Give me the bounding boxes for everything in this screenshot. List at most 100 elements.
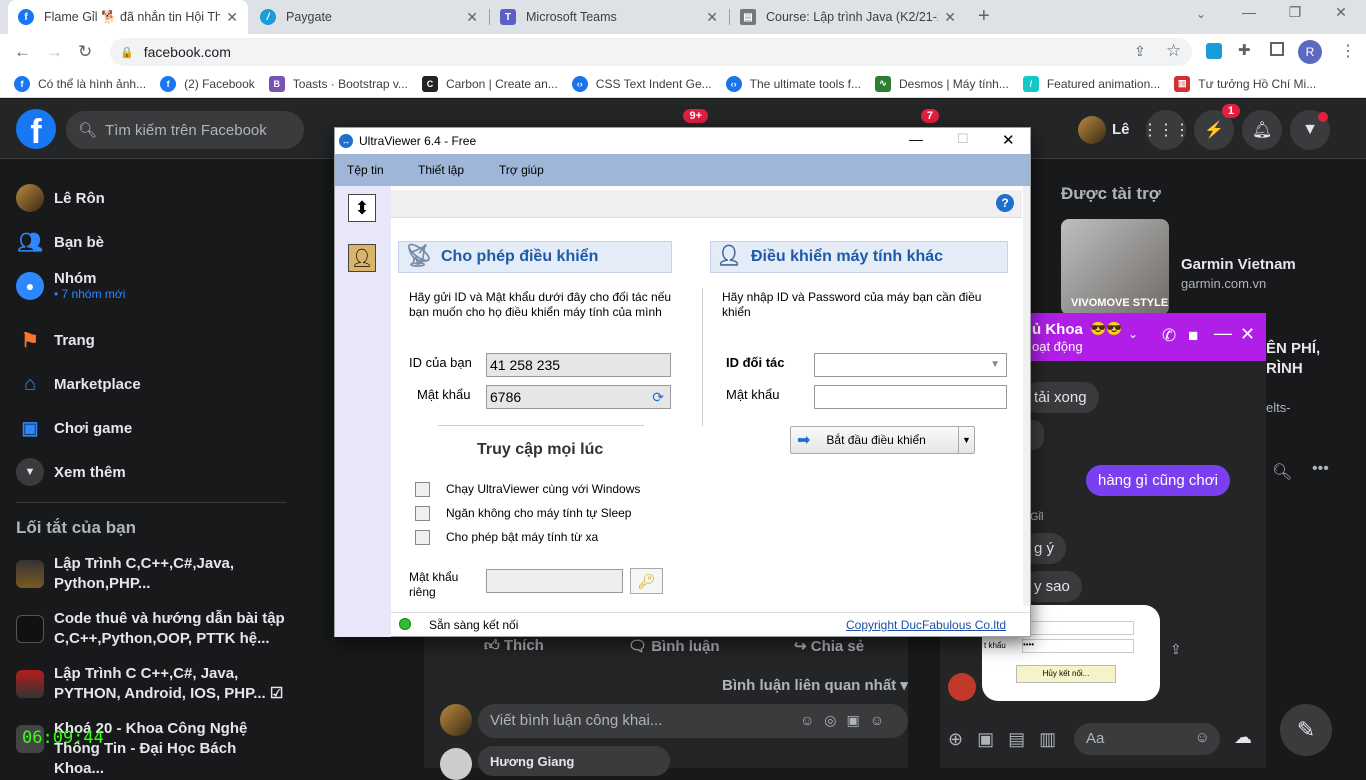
video-camera-icon[interactable]: ■	[1188, 326, 1198, 346]
close-icon[interactable]: ✕	[706, 9, 718, 26]
cloud-icon[interactable]: ☁	[1234, 727, 1252, 748]
comment-author[interactable]: Hương Giang	[478, 746, 670, 776]
bookmark-star-icon[interactable]: ☆	[1166, 41, 1181, 61]
new-tab-button[interactable]: +	[978, 5, 990, 28]
menu-settings[interactable]: Thiết lập	[418, 163, 464, 177]
share-icon[interactable]: ⇪	[1134, 43, 1146, 60]
shortcut-item[interactable]: Code thuê và hướng dẫn bài tập C,C++,Pyt…	[16, 609, 286, 649]
notifications-bell-icon[interactable]: 🔔︎	[1242, 110, 1282, 150]
facebook-search-input[interactable]: 🔍︎ Tìm kiếm trên Facebook	[66, 111, 304, 149]
menu-help[interactable]: Trợ giúp	[499, 163, 544, 177]
ad-title[interactable]: Garmin Vietnam	[1181, 256, 1296, 273]
address-bar[interactable]: 🔒 facebook.com	[110, 38, 1192, 66]
minimize-window-button[interactable]: —	[1226, 4, 1272, 20]
run-with-windows-checkbox[interactable]	[415, 482, 430, 497]
sidebar-item-friends[interactable]: 👥︎ Bạn bè	[16, 228, 104, 256]
contacts-more-icon[interactable]: •••	[1312, 460, 1329, 478]
chrome-menu-icon[interactable]: ⋮	[1340, 41, 1356, 61]
contacts-search-icon[interactable]: 🔍︎	[1272, 462, 1292, 482]
comment-tools-icon[interactable]: ☺◎▣☺	[800, 712, 894, 729]
bookmark-item[interactable]: ‹› CSS Text Indent Ge...	[571, 75, 712, 92]
close-icon[interactable]: ✕	[466, 9, 478, 26]
bookmark-item[interactable]: f (2) Facebook	[160, 75, 255, 92]
sidebar-item-see-more[interactable]: ▼ Xem thêm	[16, 458, 126, 486]
private-password-field[interactable]	[486, 569, 623, 593]
reload-icon[interactable]: ↻	[78, 42, 92, 62]
profile-avatar[interactable]: R	[1298, 40, 1322, 64]
account-chevron-icon[interactable]: ▼	[1290, 110, 1330, 150]
tab-teams[interactable]: T Microsoft Teams ✕	[490, 0, 728, 34]
phone-icon[interactable]: ✆	[1162, 326, 1176, 346]
chat-header[interactable]: ủ Khoa 😎😎 oạt động ⌄ ✆ ■ — ✕	[1000, 313, 1266, 361]
password-field[interactable]: 6786 ⟳	[486, 385, 671, 409]
minimize-chat-icon[interactable]: —	[1214, 323, 1232, 344]
sidebar-item-pages[interactable]: ⚑ Trang	[16, 326, 95, 354]
profile-name[interactable]: Lê	[1112, 121, 1130, 138]
remote-control-tab-icon[interactable]: ⬍	[348, 194, 376, 222]
comment-button[interactable]: 🗨︎ Bình luận	[628, 637, 720, 655]
like-button[interactable]: 👍︎ Thích	[484, 637, 544, 655]
share-icon[interactable]: ⇪	[1170, 641, 1182, 658]
extensions-puzzle-icon[interactable]: ✚	[1238, 41, 1251, 59]
ad-image[interactable]: VIVOMOVE STYLE	[1061, 219, 1169, 315]
sidebar-item-groups[interactable]: ● Nhóm • 7 nhóm mới	[16, 270, 125, 301]
tab-course[interactable]: ▤ Course: Lập trình Java (K2/21-22) ✕	[730, 0, 966, 34]
shortcut-item[interactable]: Lập Trình C C++,C#, Java, PYTHON, Androi…	[16, 664, 286, 704]
minimize-window-button[interactable]: —	[909, 131, 923, 147]
emoji-icon[interactable]: ☺	[1195, 729, 1210, 746]
bookmark-item[interactable]: ∿ Desmos | Máy tính...	[875, 75, 1009, 92]
chevron-down-icon[interactable]: ▼	[958, 427, 974, 453]
tab-facebook[interactable]: f Flame Gỉl 🐕 đã nhắn tin Hội Thu ✕	[8, 0, 248, 34]
new-message-button[interactable]: ✎	[1280, 704, 1332, 756]
maximize-window-button[interactable]: ☐	[957, 131, 969, 147]
bookmark-item[interactable]: B Toasts · Bootstrap v...	[268, 75, 408, 92]
partner-password-field[interactable]	[814, 385, 1007, 409]
sidebar-item-gaming[interactable]: ▣ Chơi game	[16, 414, 132, 442]
comment-filter-dropdown[interactable]: Bình luận liên quan nhất ▾	[722, 676, 908, 694]
bookmark-item[interactable]: ▥ Tư tưởng Hồ Chí Mi...	[1174, 75, 1316, 92]
forward-arrow-icon[interactable]: →	[46, 42, 63, 62]
refresh-icon[interactable]: ⟳	[652, 386, 664, 408]
extension-drop-icon[interactable]	[1206, 43, 1222, 59]
comment-input[interactable]: Viết bình luận công khai... ☺◎▣☺	[478, 704, 908, 738]
chat-input[interactable]: Aa ☺	[1074, 723, 1220, 755]
close-window-button[interactable]: ✕	[1318, 4, 1364, 21]
chevron-down-icon[interactable]: ⌄	[1128, 327, 1138, 341]
tab-search-icon[interactable]: ⌄	[1196, 7, 1206, 21]
avatar[interactable]	[440, 704, 472, 736]
help-icon[interactable]: ?	[996, 194, 1014, 212]
bookmark-item[interactable]: / Featured animation...	[1022, 75, 1160, 92]
key-icon[interactable]: 🔑︎	[630, 568, 663, 594]
avatar[interactable]	[1078, 116, 1106, 144]
close-icon[interactable]: ✕	[226, 9, 238, 26]
chat-contact-name[interactable]: ủ Khoa	[1032, 321, 1083, 338]
close-window-button[interactable]: ✕	[1002, 131, 1015, 149]
wake-on-lan-checkbox[interactable]	[415, 530, 430, 545]
bookmark-item[interactable]: f Có thể là hình ảnh...	[14, 75, 146, 92]
prevent-sleep-checkbox[interactable]	[415, 506, 430, 521]
your-id-field[interactable]: 41 258 235	[486, 353, 671, 377]
chat-tools-icon[interactable]: ⊕▣▤▥	[948, 729, 1070, 750]
partner-id-combobox[interactable]: ▼	[814, 353, 1007, 377]
close-icon[interactable]: ✕	[944, 9, 956, 26]
menu-file[interactable]: Tệp tin	[347, 163, 384, 177]
sidebar-panel-icon[interactable]	[1270, 42, 1284, 56]
bookmark-item[interactable]: ‹› The ultimate tools f...	[725, 75, 861, 92]
share-button[interactable]: ↪ Chia sẻ	[794, 637, 864, 655]
messenger-icon[interactable]: ⚡ 1	[1194, 104, 1240, 150]
ultraviewer-titlebar[interactable]: ↔ UltraViewer 6.4 - Free — ☐ ✕	[335, 128, 1030, 154]
sidebar-item-profile[interactable]: Lê Rôn	[16, 184, 105, 212]
close-icon[interactable]: ✕	[1240, 324, 1255, 345]
shortcut-item[interactable]: Lập Trình C,C++,C#,Java, Python,PHP...	[16, 554, 286, 594]
sidebar-item-marketplace[interactable]: ⌂ Marketplace	[16, 370, 141, 398]
restore-window-button[interactable]: ❐	[1272, 4, 1318, 21]
bookmark-item[interactable]: C Carbon | Create an...	[421, 75, 558, 92]
start-control-button[interactable]: ➡ Bắt đầu điều khiển ▼	[790, 426, 975, 454]
contacts-tab-icon[interactable]: 👤︎	[348, 244, 376, 272]
facebook-logo-icon[interactable]: f	[16, 109, 56, 151]
back-arrow-icon[interactable]: ←	[14, 42, 31, 62]
menu-grid-icon[interactable]: ⋮⋮⋮	[1142, 110, 1190, 150]
avatar[interactable]	[440, 748, 472, 780]
tab-paygate[interactable]: / Paygate ✕	[250, 0, 488, 34]
copyright-link[interactable]: Copyright DucFabulous Co.ltd	[846, 618, 1006, 632]
